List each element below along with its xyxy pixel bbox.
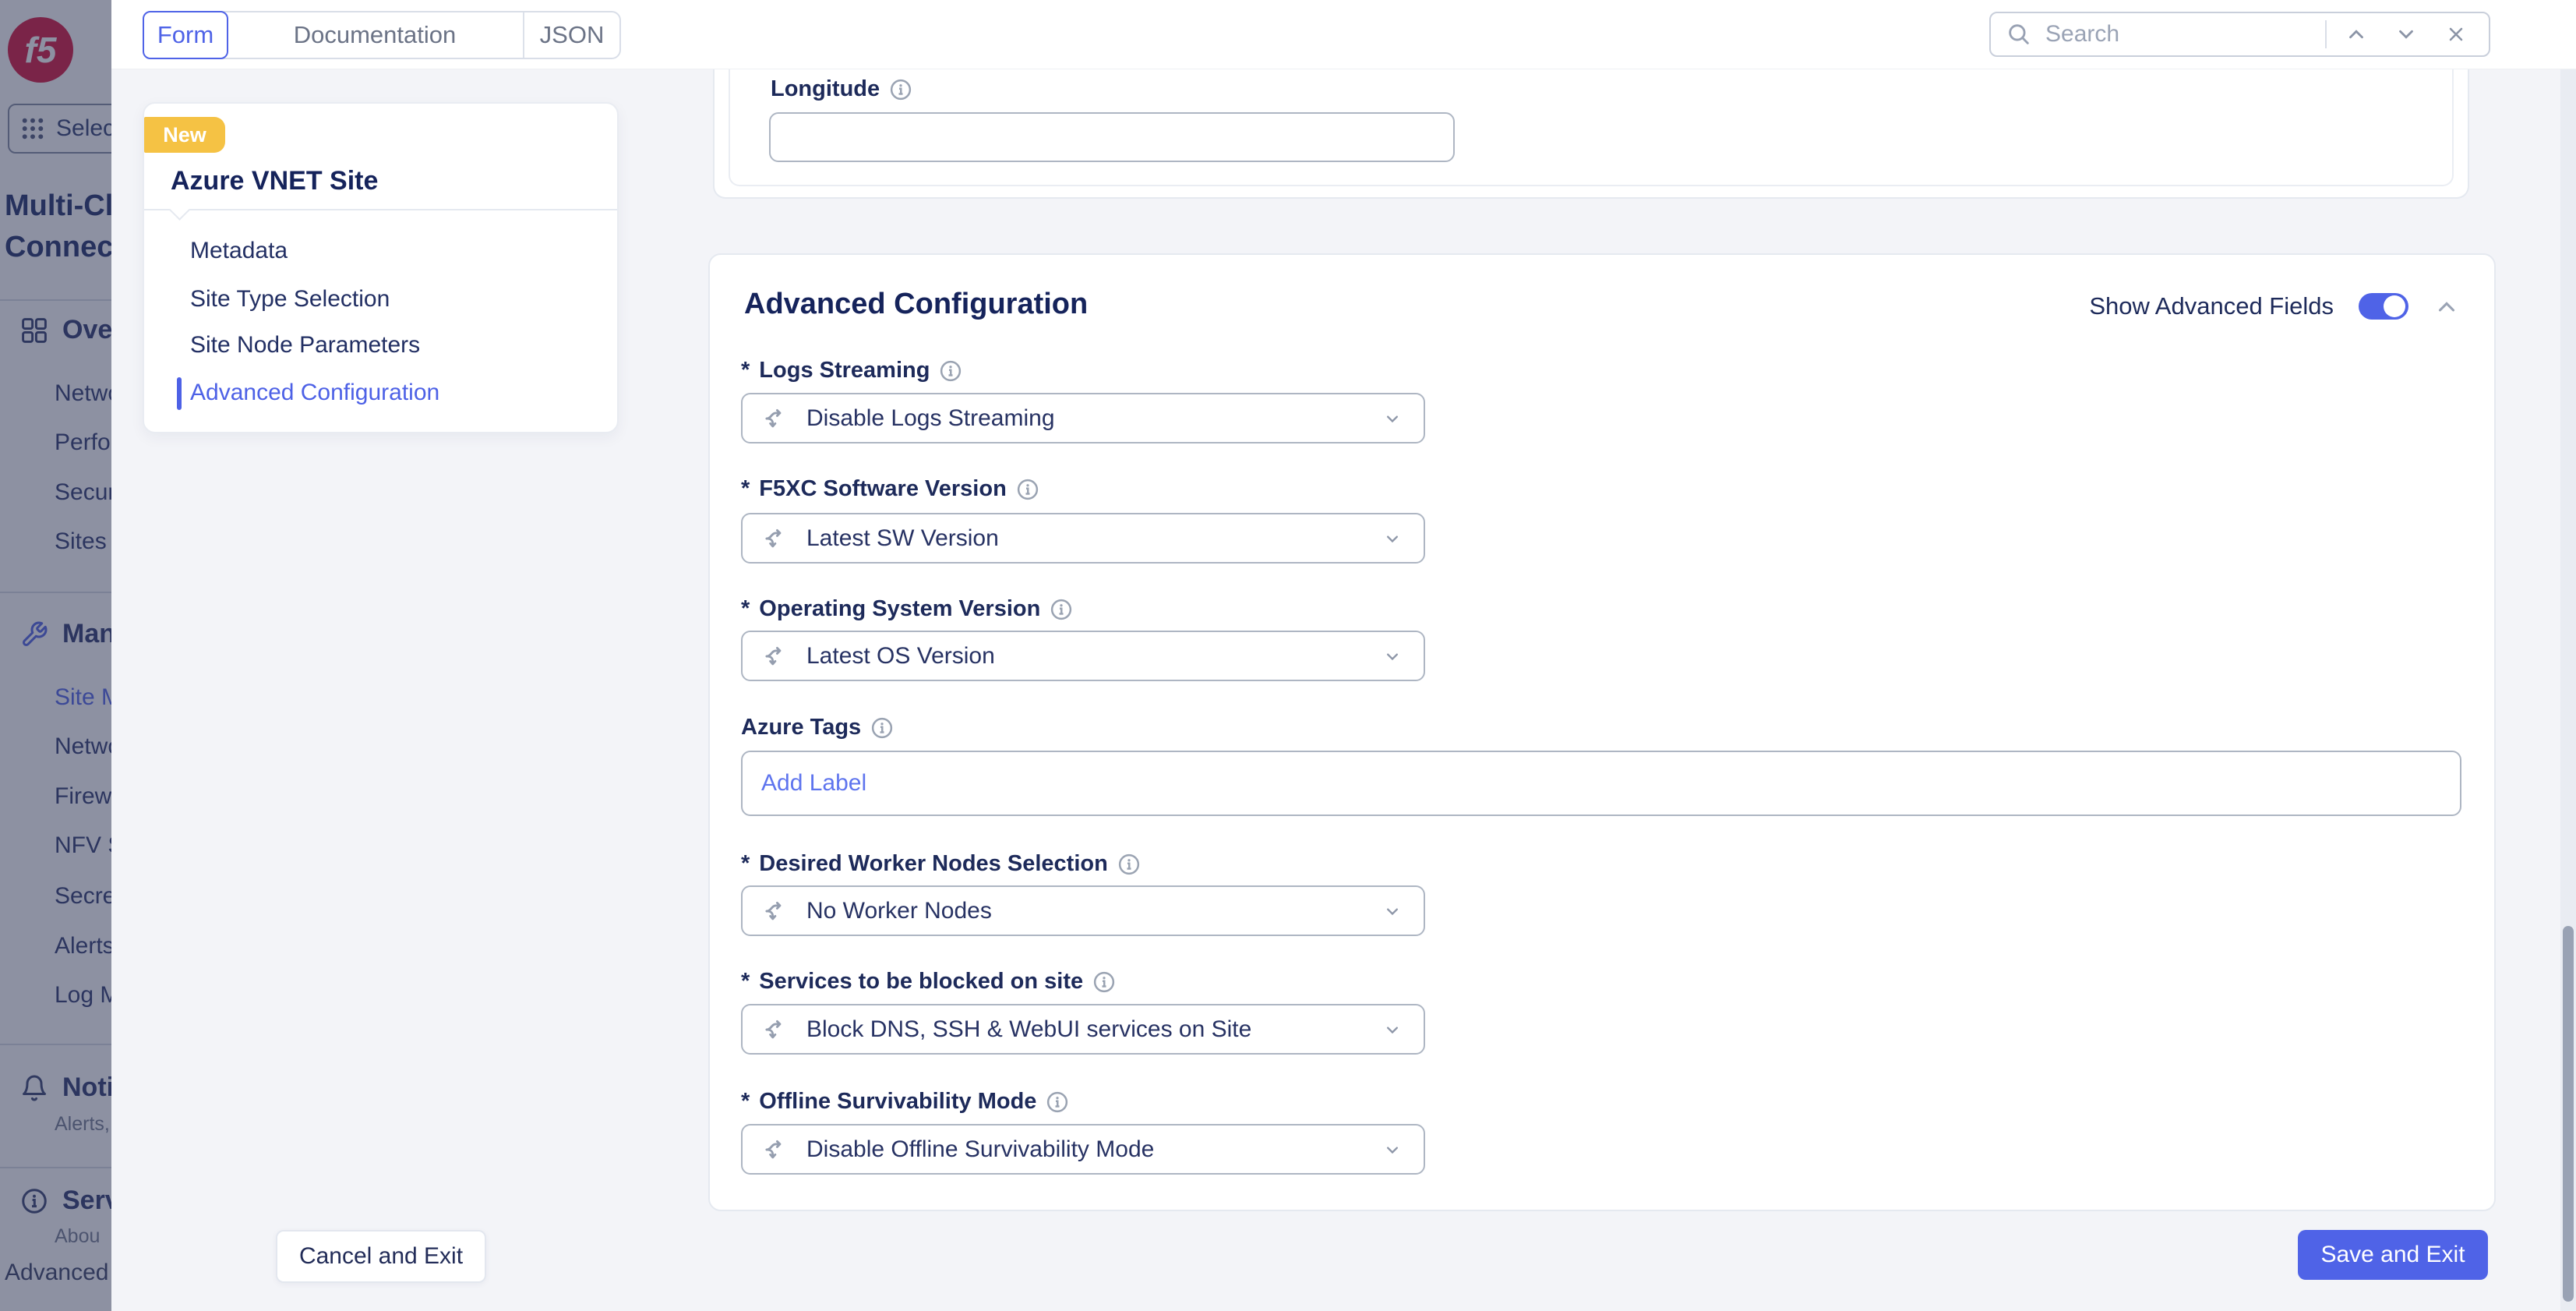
info-icon[interactable]	[1117, 853, 1141, 876]
one-of-choice-icon	[763, 898, 789, 924]
chevron-down-icon	[1382, 528, 1403, 549]
active-step-indicator	[177, 377, 182, 410]
chevron-down-icon	[1382, 1019, 1403, 1041]
site-node-parameters-card: Longitude	[713, 67, 2469, 199]
select-value: No Worker Nodes	[806, 898, 992, 924]
modal-dim-overlay	[0, 0, 111, 1311]
step-advanced-configuration[interactable]: Advanced Configuration	[190, 380, 439, 406]
field-label-text: Services to be blocked on site	[759, 969, 1083, 995]
scrollbar-thumb[interactable]	[2563, 926, 2574, 1302]
required-asterisk: *	[741, 476, 750, 502]
azure-tags-label: Azure Tags	[741, 715, 894, 740]
show-advanced-fields-toggle[interactable]	[2359, 293, 2408, 320]
view-tab-group: Form Documentation JSON	[143, 11, 621, 59]
field-label-text: Logs Streaming	[759, 358, 930, 383]
field-label-text: F5XC Software Version	[759, 476, 1007, 502]
longitude-input[interactable]	[769, 112, 1455, 162]
info-icon[interactable]	[889, 78, 912, 101]
add-label-placeholder[interactable]: Add Label	[761, 770, 866, 797]
tab-form[interactable]: Form	[143, 11, 228, 59]
tab-json[interactable]: JSON	[523, 12, 619, 58]
chevron-down-icon	[1382, 645, 1403, 667]
info-icon[interactable]	[1092, 970, 1116, 994]
step-metadata[interactable]: Metadata	[190, 238, 288, 264]
info-icon[interactable]	[870, 716, 894, 740]
find-search-bar	[1989, 12, 2490, 57]
wizard-stepper-card: New Azure VNET Site Metadata Site Type S…	[143, 102, 619, 433]
required-asterisk: *	[741, 969, 750, 995]
services-blocked-select[interactable]: Block DNS, SSH & WebUI services on Site	[741, 1004, 1425, 1055]
search-separator	[2325, 20, 2327, 48]
select-value: Latest SW Version	[806, 525, 999, 552]
logs-streaming-select[interactable]: Disable Logs Streaming	[741, 393, 1425, 443]
one-of-choice-icon	[763, 405, 789, 432]
offline-survivability-label: * Offline Survivability Mode	[741, 1089, 1069, 1115]
field-label-text: Operating System Version	[759, 596, 1040, 622]
operating-system-version-label: * Operating System Version	[741, 596, 1073, 622]
select-value: Latest OS Version	[806, 643, 995, 670]
field-label-text: Azure Tags	[741, 715, 861, 740]
desired-worker-nodes-label: * Desired Worker Nodes Selection	[741, 851, 1141, 877]
tab-documentation[interactable]: Documentation	[227, 12, 523, 58]
one-of-choice-icon	[763, 1016, 789, 1043]
required-asterisk: *	[741, 851, 750, 877]
stepper-divider-notch	[169, 200, 190, 221]
chevron-down-icon	[1382, 1139, 1403, 1161]
services-blocked-label: * Services to be blocked on site	[741, 969, 1116, 995]
chevron-down-icon	[1382, 408, 1403, 429]
field-label-text: Desired Worker Nodes Selection	[759, 851, 1108, 877]
offline-survivability-select[interactable]: Disable Offline Survivability Mode	[741, 1124, 1425, 1175]
show-advanced-fields-label: Show Advanced Fields	[2089, 292, 2334, 320]
desired-worker-nodes-select[interactable]: No Worker Nodes	[741, 885, 1425, 936]
collapse-chevron-up-icon[interactable]	[2433, 293, 2460, 320]
info-icon[interactable]	[1050, 598, 1073, 621]
save-and-exit-button[interactable]: Save and Exit	[2298, 1230, 2488, 1280]
stepper-divider	[144, 209, 617, 210]
search-close-icon[interactable]	[2436, 18, 2476, 51]
advanced-configuration-card: Advanced Configuration Show Advanced Fie…	[708, 253, 2496, 1211]
wizard-title: Azure VNET Site	[171, 166, 378, 196]
search-input[interactable]	[2044, 20, 2316, 48]
modal-top-bar: Form Documentation JSON	[111, 0, 2576, 69]
cancel-and-exit-button[interactable]: Cancel and Exit	[276, 1230, 486, 1283]
search-icon	[2003, 18, 2034, 51]
longitude-field-label: Longitude	[771, 76, 912, 102]
f5xc-software-version-select[interactable]: Latest SW Version	[741, 513, 1425, 564]
azure-tags-input[interactable]: Add Label	[741, 751, 2461, 816]
operating-system-version-select[interactable]: Latest OS Version	[741, 631, 1425, 681]
search-next-icon[interactable]	[2386, 18, 2426, 51]
chevron-down-icon	[1382, 900, 1403, 922]
one-of-choice-icon	[763, 525, 789, 552]
info-icon[interactable]	[939, 359, 962, 383]
new-badge: New	[144, 117, 225, 153]
section-title: Advanced Configuration	[744, 288, 1088, 321]
step-site-type-selection[interactable]: Site Type Selection	[190, 286, 390, 313]
toggle-knob	[2384, 295, 2405, 317]
select-value: Disable Offline Survivability Mode	[806, 1136, 1154, 1163]
longitude-label-text: Longitude	[771, 76, 880, 102]
required-asterisk: *	[741, 1089, 750, 1115]
field-label-text: Offline Survivability Mode	[759, 1089, 1036, 1115]
one-of-choice-icon	[763, 643, 789, 670]
info-icon[interactable]	[1016, 478, 1039, 501]
select-value: Block DNS, SSH & WebUI services on Site	[806, 1016, 1251, 1043]
app-root: f5 Select Multi-Cl Connec	[0, 0, 2576, 1311]
logs-streaming-label: * Logs Streaming	[741, 358, 962, 383]
required-asterisk: *	[741, 596, 750, 622]
step-site-node-parameters[interactable]: Site Node Parameters	[190, 332, 420, 359]
section-header-controls: Show Advanced Fields	[2089, 292, 2460, 320]
f5xc-software-version-label: * F5XC Software Version	[741, 476, 1039, 502]
info-icon[interactable]	[1046, 1090, 1069, 1114]
select-value: Disable Logs Streaming	[806, 405, 1055, 432]
required-asterisk: *	[741, 358, 750, 383]
one-of-choice-icon	[763, 1136, 789, 1163]
search-prev-icon[interactable]	[2336, 18, 2377, 51]
